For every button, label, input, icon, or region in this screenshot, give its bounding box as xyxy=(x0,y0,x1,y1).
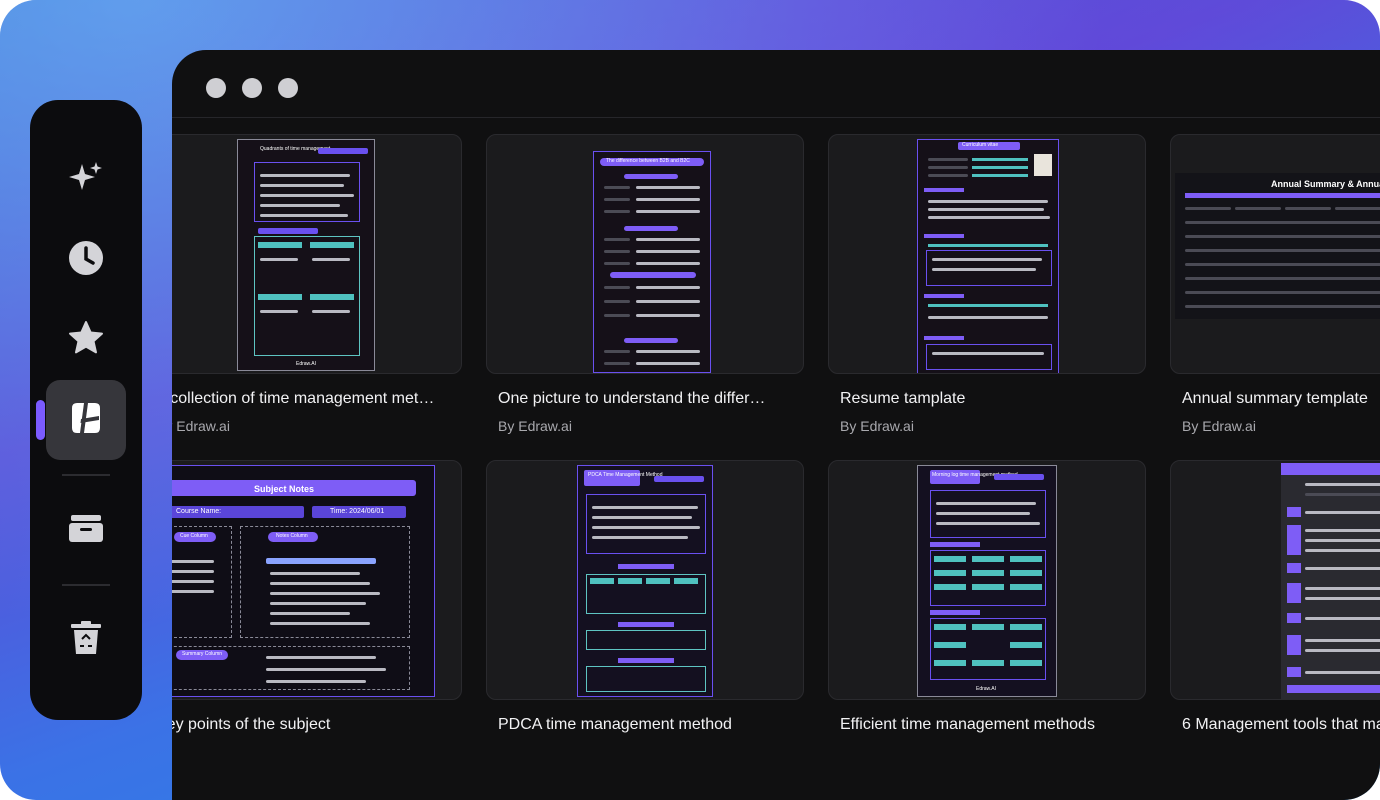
template-title[interactable]: Key points of the subject xyxy=(172,716,450,734)
doc-preview: The difference between B2B and B2C xyxy=(593,151,711,373)
template-title[interactable]: Resume tamplate xyxy=(828,390,1134,408)
sidebar-item-files[interactable] xyxy=(46,490,126,570)
doc-preview: Morning log time management method Edraw… xyxy=(917,465,1057,697)
star-icon xyxy=(66,318,106,363)
template-card[interactable]: The difference between B2B and B2C One p… xyxy=(486,134,804,434)
sidebar-item-templates[interactable] xyxy=(36,380,126,460)
template-card[interactable]: Subject Notes Course Name: Time: 2024/06… xyxy=(172,460,462,734)
template-card[interactable]: Annual Summary & Annual Plan xyxy=(1170,134,1380,434)
template-card[interactable]: 6 Management tools that ma xyxy=(1170,460,1380,734)
template-title[interactable]: Efficient time management methods xyxy=(828,716,1134,734)
window-maximize-dot[interactable] xyxy=(278,78,298,98)
course-label: Course Name: xyxy=(176,508,222,515)
sidebar-item-recent[interactable] xyxy=(46,220,126,300)
template-title[interactable]: Annual summary template xyxy=(1170,390,1380,408)
template-author: By Edraw.ai xyxy=(1182,418,1256,434)
template-thumbnail[interactable]: Quadrants of time management Edraw.AI xyxy=(172,134,462,374)
time-label: Time: 2024/06/01 xyxy=(330,508,385,515)
doc-preview: Annual Summary & Annual Plan xyxy=(1175,173,1380,319)
template-card[interactable]: PDCA Time Management Method PDCA time ma… xyxy=(486,460,804,734)
template-author: By Edraw.ai xyxy=(498,418,572,434)
template-author: By Edraw.ai xyxy=(172,418,230,434)
thumb-title: Curriculum vitae xyxy=(962,142,999,148)
thumb-title: PDCA Time Management Method xyxy=(588,472,663,478)
brand-label: Edraw.AI xyxy=(296,361,317,367)
window-close-dot[interactable] xyxy=(206,78,226,98)
template-title[interactable]: PDCA time management method xyxy=(486,716,792,734)
template-thumbnail[interactable]: Curriculum vitae xyxy=(828,134,1146,374)
template-title[interactable]: A collection of time management met… xyxy=(172,390,450,408)
folder-icon xyxy=(66,508,106,553)
doc-preview xyxy=(1281,463,1380,699)
sidebar-item-favorites[interactable] xyxy=(46,300,126,380)
sidebar-divider xyxy=(62,474,110,476)
doc-preview: Subject Notes Course Name: Time: 2024/06… xyxy=(172,465,435,697)
thumb-title: Annual Summary & Annual Plan xyxy=(1271,179,1380,189)
template-thumbnail[interactable]: Subject Notes Course Name: Time: 2024/06… xyxy=(172,460,462,700)
template-card[interactable]: Morning log time management method Edraw… xyxy=(828,460,1146,734)
sidebar-divider xyxy=(62,584,110,586)
template-author: By Edraw.ai xyxy=(840,418,914,434)
title-bar xyxy=(172,50,1380,118)
templates-icon xyxy=(66,398,106,443)
template-thumbnail[interactable]: PDCA Time Management Method xyxy=(486,460,804,700)
thumb-title: The difference between B2B and B2C xyxy=(606,158,690,164)
recycle-bin-icon xyxy=(66,618,106,663)
template-thumbnail[interactable]: The difference between B2B and B2C xyxy=(486,134,804,374)
template-card[interactable]: Curriculum vitae Resume tamplate By Edra… xyxy=(828,134,1146,434)
doc-preview: Quadrants of time management Edraw.AI xyxy=(237,139,375,371)
sidebar-item-trash[interactable] xyxy=(46,600,126,680)
summary-label: Summary Column xyxy=(182,651,223,657)
doc-preview: PDCA Time Management Method xyxy=(577,465,713,697)
template-title[interactable]: 6 Management tools that ma xyxy=(1170,716,1380,734)
sparkles-icon xyxy=(66,158,106,203)
template-thumbnail[interactable] xyxy=(1170,460,1380,700)
template-card[interactable]: Quadrants of time management Edraw.AI A … xyxy=(172,134,462,434)
main-window: Quadrants of time management Edraw.AI A … xyxy=(172,50,1380,800)
sidebar xyxy=(30,100,142,720)
thumb-title: Subject Notes xyxy=(254,484,315,494)
template-title[interactable]: One picture to understand the differ… xyxy=(486,390,792,408)
clock-icon xyxy=(66,238,106,283)
app-frame: Quadrants of time management Edraw.AI A … xyxy=(0,0,1380,800)
sidebar-item-ai[interactable] xyxy=(46,140,126,220)
notes-label: Notes Column xyxy=(276,533,308,539)
doc-preview: Curriculum vitae xyxy=(917,139,1059,373)
brand-label: Edraw.AI xyxy=(976,686,997,692)
cue-label: Cue Column xyxy=(180,533,208,539)
window-minimize-dot[interactable] xyxy=(242,78,262,98)
template-thumbnail[interactable]: Morning log time management method Edraw… xyxy=(828,460,1146,700)
template-thumbnail[interactable]: Annual Summary & Annual Plan xyxy=(1170,134,1380,374)
